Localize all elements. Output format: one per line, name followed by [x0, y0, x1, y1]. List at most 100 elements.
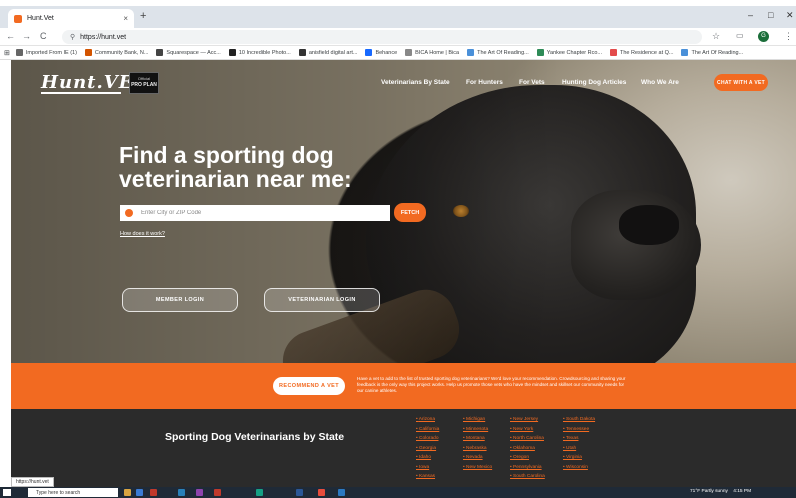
veterinarian-login-button[interactable]: VETERINARIAN LOGIN	[264, 288, 380, 312]
app-icon[interactable]	[196, 489, 203, 496]
url-text: https://hunt.vet	[80, 33, 127, 41]
site-favicon-icon	[14, 14, 22, 23]
tab-close-icon[interactable]: ×	[123, 14, 128, 23]
state-link[interactable]: Oregon	[510, 453, 545, 463]
url-field[interactable]: ⚲ https://hunt.vet	[62, 30, 702, 44]
site-info-icon[interactable]: ⚲	[70, 33, 75, 41]
bookmark-label: Yankee Chapter Rco...	[546, 49, 602, 56]
bookmark-favicon-icon	[536, 49, 544, 56]
state-link[interactable]: Nevada	[463, 453, 492, 463]
apps-icon[interactable]: ⊞	[4, 49, 10, 57]
state-link[interactable]: South Carolina	[510, 472, 545, 482]
app-icon[interactable]	[214, 489, 221, 496]
state-link[interactable]: Georgia	[416, 444, 439, 454]
state-link[interactable]: California	[416, 425, 439, 435]
state-link[interactable]: Michigan	[463, 415, 492, 425]
state-link[interactable]: Texas	[563, 434, 595, 444]
taskbar-search[interactable]: Type here to search	[28, 488, 118, 497]
app-icon[interactable]	[178, 489, 185, 496]
state-link[interactable]: Minnesota	[463, 425, 492, 435]
minimize-icon[interactable]: –	[748, 10, 753, 20]
forward-icon[interactable]: →	[22, 31, 31, 41]
sponsor-label: Official	[137, 76, 151, 81]
app-icon[interactable]	[296, 489, 303, 496]
state-link[interactable]: New Jersey	[510, 415, 545, 425]
nav-who-we-are[interactable]: Who We Are	[641, 79, 679, 86]
browser-menu-icon[interactable]: ⋮	[784, 31, 793, 42]
side-panel-icon[interactable]: ▭	[736, 31, 744, 40]
profile-avatar[interactable]: G	[758, 31, 769, 42]
bookmark-item[interactable]: Community Bank, N...	[84, 49, 149, 56]
site-logo[interactable]: Hunt.VET	[41, 72, 147, 94]
status-bar-url: https://hunt.vet	[11, 477, 54, 487]
chrome-icon[interactable]	[318, 489, 325, 496]
clock-text: 4:15 PM	[733, 489, 752, 494]
weather-text: 71°F Partly sunny	[690, 489, 728, 494]
app-icon[interactable]	[338, 489, 345, 496]
bookmark-item[interactable]: Behance	[365, 49, 397, 56]
state-column: South DakotaTennesseeTexasUtahVirginiaWi…	[563, 415, 595, 472]
windows-start-icon[interactable]	[3, 489, 11, 496]
state-link[interactable]: Arizona	[416, 415, 439, 425]
how-it-works-link[interactable]: How does it work?	[120, 231, 165, 237]
reload-icon[interactable]: C	[40, 31, 47, 41]
state-link[interactable]: New York	[510, 425, 545, 435]
mail-icon[interactable]	[136, 489, 143, 496]
edge-icon[interactable]	[256, 489, 263, 496]
bookmark-item[interactable]: Imported From IE (1)	[15, 49, 77, 56]
fetch-button[interactable]: FETCH	[394, 203, 426, 222]
bookmark-item[interactable]: Squarespace — Acc...	[156, 49, 221, 56]
state-link[interactable]: Pennsylvania	[510, 463, 545, 473]
bookmark-label: anisfield digital art...	[308, 49, 358, 56]
bookmark-item[interactable]: 10 Incredible Photo...	[228, 49, 291, 56]
state-link[interactable]: Wisconsin	[563, 463, 595, 473]
chat-with-vet-button[interactable]: CHAT WITH A VET	[714, 74, 768, 91]
close-window-icon[interactable]: ✕	[786, 10, 794, 21]
recommend-band: RECOMMEND A VET Have a vet to add to the…	[11, 363, 796, 409]
bookmark-item[interactable]: The Residence at Q...	[609, 49, 673, 56]
bookmark-favicon-icon	[365, 49, 373, 56]
state-link[interactable]: Colorado	[416, 434, 439, 444]
state-link[interactable]: North Carolina	[510, 434, 545, 444]
states-section: Sporting Dog Veterinarians by State Ariz…	[11, 409, 796, 489]
nav-hunting-dog-articles[interactable]: Hunting Dog Articles	[562, 79, 626, 86]
app-icon[interactable]	[150, 489, 157, 496]
bookmark-item[interactable]: The Art Of Reading...	[681, 49, 743, 56]
bookmark-star-icon[interactable]: ☆	[712, 31, 720, 42]
state-link[interactable]: Virginia	[563, 453, 595, 463]
bookmark-item[interactable]: BICA Home | Bica	[405, 49, 459, 56]
bookmark-label: Behance	[375, 49, 398, 56]
back-icon[interactable]: ←	[6, 31, 15, 41]
recommend-vet-button[interactable]: RECOMMEND A VET	[273, 377, 345, 395]
hero-section: Hunt.VET Official PRO PLAN Veterinarians…	[11, 60, 796, 363]
state-column: New JerseyNew YorkNorth CarolinaOklahoma…	[510, 415, 545, 482]
file-explorer-icon[interactable]	[124, 489, 131, 496]
state-link[interactable]: Tennessee	[563, 425, 595, 435]
maximize-icon[interactable]: □	[768, 10, 773, 20]
nav-for-hunters[interactable]: For Hunters	[466, 79, 503, 86]
state-link[interactable]: Utah	[563, 444, 595, 454]
state-link[interactable]: Nebraska	[463, 444, 492, 454]
page-title: Find a sporting dog veterinarian near me…	[119, 142, 352, 192]
state-link[interactable]: New Mexico	[463, 463, 492, 473]
new-tab-button[interactable]: +	[140, 10, 146, 22]
nav-veterinarians-by-state[interactable]: Veterinarians By State	[381, 79, 450, 86]
bookmark-label: 10 Incredible Photo...	[238, 49, 291, 56]
state-link[interactable]: Montana	[463, 434, 492, 444]
bookmark-label: Community Bank, N...	[94, 49, 149, 56]
member-login-button[interactable]: MEMBER LOGIN	[122, 288, 238, 312]
state-link[interactable]: Kansas	[416, 472, 439, 482]
bookmark-item[interactable]: Yankee Chapter Rco...	[536, 49, 602, 56]
state-link[interactable]: Idaho	[416, 453, 439, 463]
bookmark-label: The Art Of Reading...	[691, 49, 744, 56]
location-search-input[interactable]	[141, 210, 381, 216]
bookmark-item[interactable]: The Art Of Reading...	[467, 49, 529, 56]
browser-tab[interactable]: Hunt.Vet ×	[8, 9, 134, 28]
nav-for-vets[interactable]: For Vets	[519, 79, 545, 86]
state-link[interactable]: Oklahoma	[510, 444, 545, 454]
sponsor-brand: PRO PLAN	[131, 82, 157, 88]
state-link[interactable]: Iowa	[416, 463, 439, 473]
bookmark-favicon-icon	[15, 49, 23, 56]
state-link[interactable]: South Dakota	[563, 415, 595, 425]
bookmark-item[interactable]: anisfield digital art...	[298, 49, 358, 56]
